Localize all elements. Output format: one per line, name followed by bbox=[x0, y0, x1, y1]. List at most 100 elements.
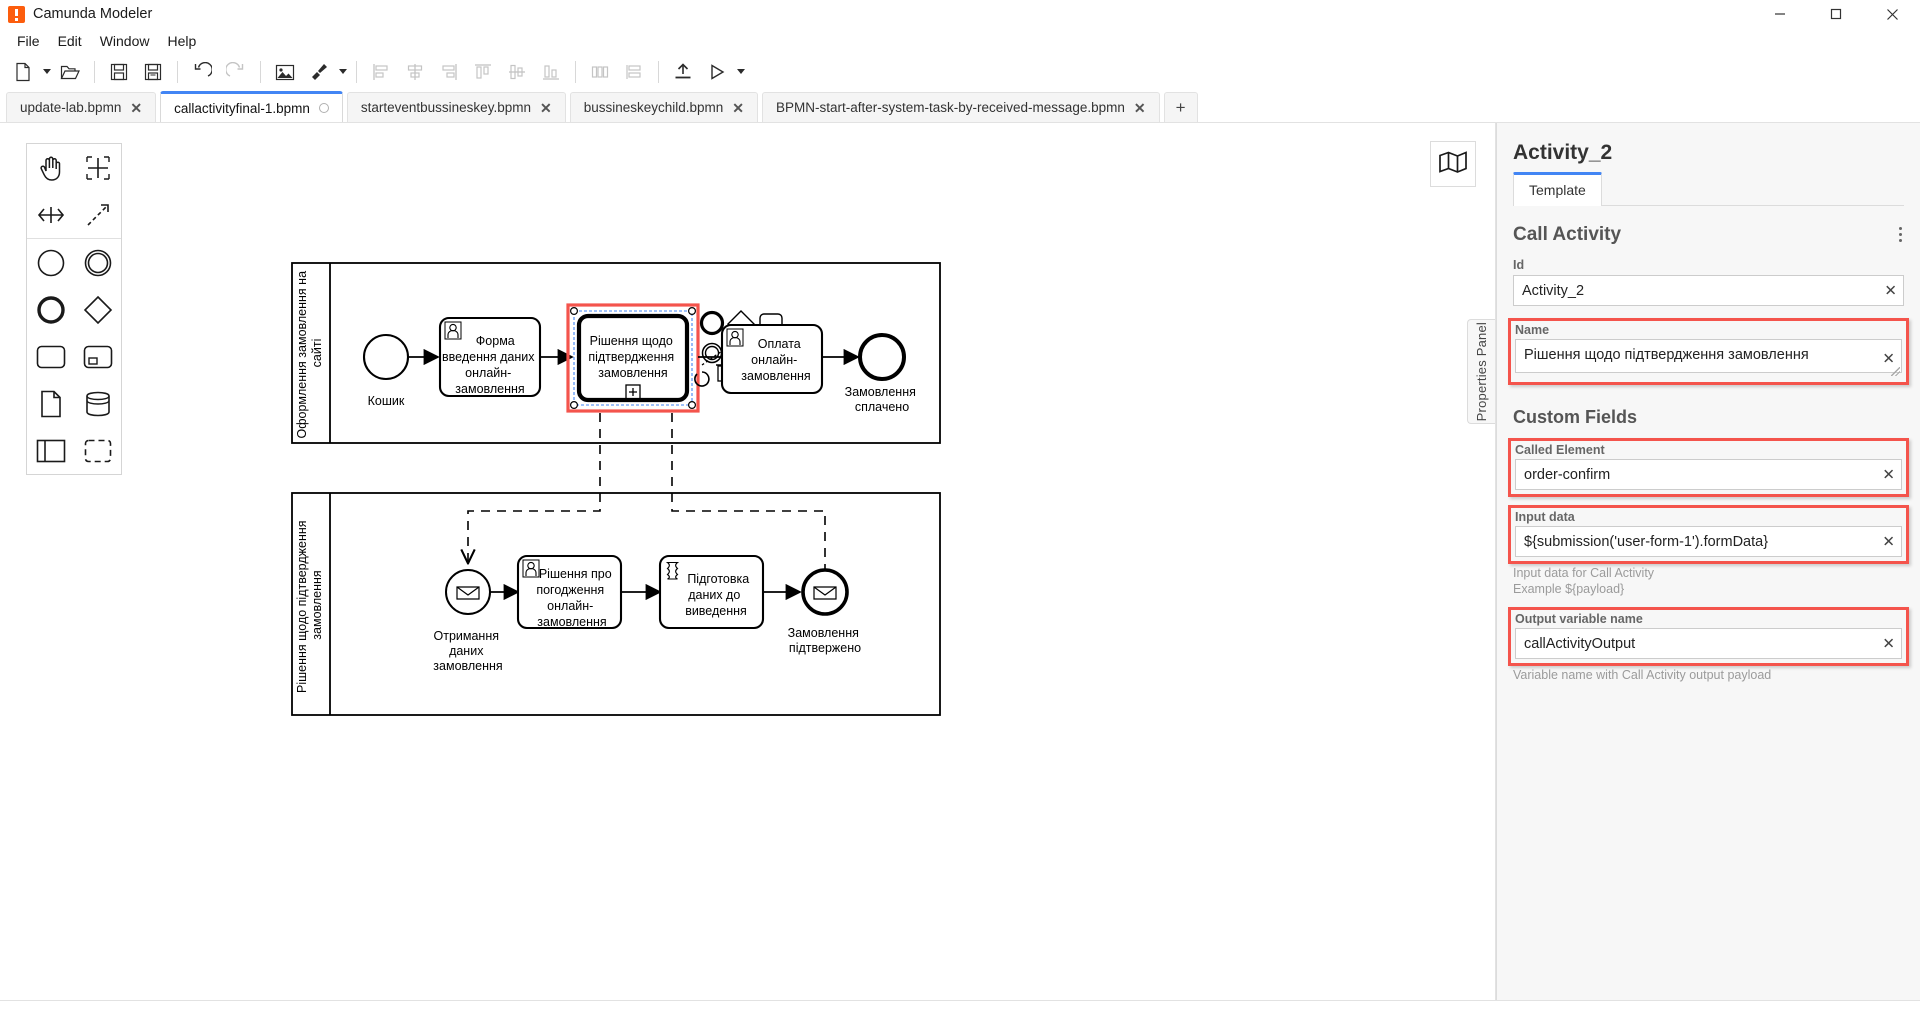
folder-open-icon[interactable] bbox=[53, 57, 87, 87]
upload-icon[interactable] bbox=[666, 57, 700, 87]
name-field-label: Name bbox=[1515, 323, 1550, 337]
clear-icon[interactable]: ✕ bbox=[1882, 351, 1895, 366]
menu-window[interactable]: Window bbox=[91, 30, 159, 52]
menu-bar: File Edit Window Help bbox=[0, 28, 1920, 53]
bpmn-canvas[interactable]: Properties Panel Оформлення замовлення н… bbox=[0, 123, 1496, 1000]
properties-panel: Activity_2 Template Call Activity Id ✕ N… bbox=[1496, 123, 1920, 1000]
maximize-icon[interactable] bbox=[1808, 0, 1864, 28]
message-end-event-order-confirmed[interactable]: Замовлення підтвержено bbox=[788, 568, 863, 655]
brush-icon[interactable] bbox=[302, 57, 336, 87]
tab-close-icon[interactable]: ✕ bbox=[1134, 101, 1146, 115]
start-event-icon[interactable] bbox=[27, 239, 74, 286]
align-center-icon[interactable] bbox=[398, 57, 432, 87]
save-icon[interactable] bbox=[102, 57, 136, 87]
output-variable-name-field: Output variable name ✕ bbox=[1508, 607, 1909, 666]
camunda-logo-icon bbox=[8, 5, 25, 23]
distribute-vertical-icon[interactable] bbox=[617, 57, 651, 87]
intermediate-event-icon[interactable] bbox=[74, 239, 121, 286]
tab-close-icon[interactable]: ✕ bbox=[130, 101, 142, 115]
resize-handle[interactable] bbox=[1891, 367, 1900, 376]
kebab-menu-icon[interactable] bbox=[1897, 223, 1904, 246]
input-data-hint: Input data for Call Activity Example ${p… bbox=[1513, 566, 1655, 596]
group-icon[interactable] bbox=[74, 427, 121, 474]
tab-close-icon[interactable]: ✕ bbox=[540, 101, 552, 115]
end-event-icon[interactable] bbox=[27, 286, 74, 333]
title-bar: Camunda Modeler bbox=[0, 0, 1920, 28]
user-task-form-input[interactable]: Форма введення даних онлайн- замовлення bbox=[438, 316, 542, 398]
user-task-approve-order[interactable]: Рішення про погодження онлайн- замовленн… bbox=[516, 554, 623, 630]
align-middle-icon[interactable] bbox=[500, 57, 534, 87]
name-input[interactable] bbox=[1515, 339, 1902, 373]
subprocess-expanded-icon[interactable] bbox=[74, 333, 121, 380]
hand-tool-icon[interactable] bbox=[27, 144, 74, 191]
id-field: Id ✕ bbox=[1513, 258, 1904, 306]
app-title: Camunda Modeler bbox=[33, 6, 153, 22]
output-variable-name-input[interactable] bbox=[1515, 628, 1902, 659]
end-event-label: Замовлення сплачено bbox=[845, 385, 920, 414]
user-task-online-payment[interactable]: Оплата онлайн- замовлення bbox=[720, 323, 824, 395]
clear-icon[interactable]: ✕ bbox=[1884, 283, 1897, 298]
message-start-event-receive-order[interactable]: Отримання даних замовлення bbox=[433, 569, 503, 673]
redo-icon[interactable] bbox=[219, 57, 253, 87]
tab-update-lab[interactable]: update-lab.bpmn ✕ bbox=[6, 92, 157, 122]
id-input[interactable] bbox=[1513, 275, 1904, 306]
menu-edit[interactable]: Edit bbox=[49, 30, 91, 52]
start-event-label: Кошик bbox=[368, 394, 405, 408]
menu-file[interactable]: File bbox=[8, 30, 49, 52]
chevron-down-icon[interactable] bbox=[734, 57, 747, 87]
minimap-toggle-button[interactable] bbox=[1430, 141, 1476, 187]
script-task-prepare-data[interactable]: Підготовка даних до виведення bbox=[658, 554, 765, 630]
play-icon[interactable] bbox=[700, 57, 734, 87]
append-end-event-icon bbox=[699, 310, 725, 336]
clear-icon[interactable]: ✕ bbox=[1882, 467, 1895, 482]
call-activity-order-confirm[interactable]: Рішення щодо підтвердження замовлення bbox=[566, 303, 700, 413]
new-tab-button[interactable]: + bbox=[1163, 92, 1198, 122]
called-element-input[interactable] bbox=[1515, 459, 1902, 490]
gateway-icon[interactable] bbox=[74, 286, 121, 333]
global-connect-tool-icon[interactable] bbox=[74, 191, 121, 238]
status-bar: XML Camunda Platform Log bbox=[0, 1000, 1920, 1030]
tab-bar: update-lab.bpmn ✕ callactivityfinal-1.bp… bbox=[0, 91, 1920, 123]
bpmn-palette bbox=[26, 143, 122, 475]
space-tool-icon[interactable] bbox=[27, 191, 74, 238]
tab-callactivityfinal-1[interactable]: callactivityfinal-1.bpmn bbox=[160, 91, 343, 122]
lasso-tool-icon[interactable] bbox=[74, 144, 121, 191]
clear-icon[interactable]: ✕ bbox=[1882, 636, 1895, 651]
tab-template[interactable]: Template bbox=[1513, 172, 1602, 206]
chevron-down-icon[interactable] bbox=[40, 57, 53, 87]
undo-icon[interactable] bbox=[185, 57, 219, 87]
bpmn-diagram[interactable]: Оформлення замовлення на сайті Кошик Фор… bbox=[260, 193, 1260, 793]
end-event-order-paid[interactable]: Замовлення сплачено bbox=[845, 333, 920, 414]
save-as-icon[interactable] bbox=[136, 57, 170, 87]
properties-panel-toggle[interactable]: Properties Panel bbox=[1467, 319, 1495, 424]
align-bottom-icon[interactable] bbox=[534, 57, 568, 87]
data-object-icon[interactable] bbox=[27, 380, 74, 427]
chevron-down-icon[interactable] bbox=[336, 57, 349, 87]
page-title: Activity_2 bbox=[1513, 141, 1613, 164]
pool-1-label: Оформлення замовлення на сайті bbox=[295, 267, 324, 438]
minimize-icon[interactable] bbox=[1752, 0, 1808, 28]
clear-icon[interactable]: ✕ bbox=[1882, 534, 1895, 549]
data-store-icon[interactable] bbox=[74, 380, 121, 427]
distribute-horizontal-icon[interactable] bbox=[583, 57, 617, 87]
start-event-koshyk[interactable]: Кошик bbox=[362, 333, 410, 408]
input-data-input[interactable] bbox=[1515, 526, 1902, 557]
tab-bpmn-start-after-system-task[interactable]: BPMN-start-after-system-task-by-received… bbox=[762, 92, 1160, 122]
task-icon[interactable] bbox=[27, 333, 74, 380]
input-data-field: Input data ✕ bbox=[1508, 505, 1909, 564]
end-event-label: Замовлення підтвержено bbox=[788, 626, 863, 655]
align-top-icon[interactable] bbox=[466, 57, 500, 87]
tab-bussineskeychild[interactable]: bussineskeychild.bpmn ✕ bbox=[569, 92, 759, 122]
align-right-icon[interactable] bbox=[432, 57, 466, 87]
tab-unsaved-indicator[interactable] bbox=[318, 103, 329, 113]
called-element-label: Called Element bbox=[1515, 443, 1605, 457]
menu-help[interactable]: Help bbox=[158, 30, 205, 52]
close-icon[interactable] bbox=[1864, 0, 1920, 28]
toolbar-divider bbox=[260, 61, 261, 83]
tab-starteventbussineskey[interactable]: starteventbussineskey.bpmn ✕ bbox=[346, 92, 566, 122]
file-icon[interactable] bbox=[6, 57, 40, 87]
align-left-icon[interactable] bbox=[364, 57, 398, 87]
tab-close-icon[interactable]: ✕ bbox=[732, 101, 744, 115]
participant-icon[interactable] bbox=[27, 427, 74, 474]
image-icon[interactable] bbox=[268, 57, 302, 87]
